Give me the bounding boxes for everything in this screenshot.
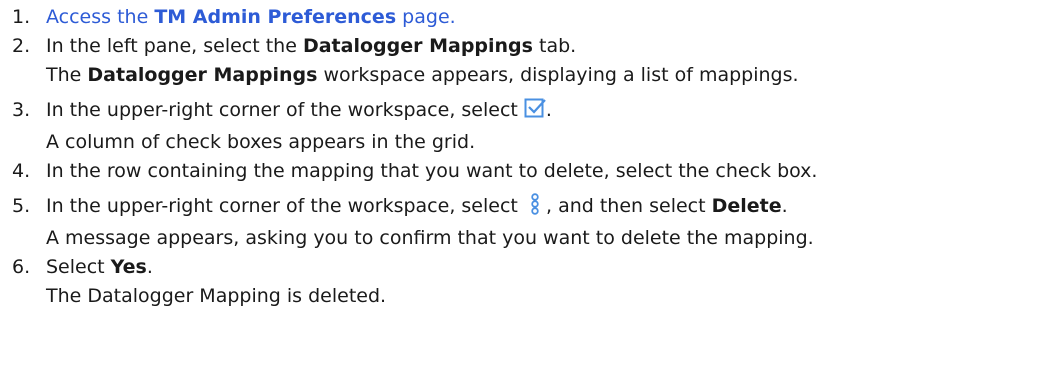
ui-label: Yes <box>110 256 147 278</box>
tm-admin-preferences-link[interactable]: Access the TM Admin Preferences page. <box>46 6 456 28</box>
step-number: 5. <box>12 195 31 217</box>
ui-label: Datalogger Mappings <box>302 35 533 57</box>
checkbox-select-icon <box>524 97 546 128</box>
more-options-icon <box>530 193 540 224</box>
step-3: 3. In the upper-right corner of the work… <box>0 96 1063 157</box>
step-5: 5. In the upper-right corner of the work… <box>0 192 1063 253</box>
step-6: 6. Select Yes. The Datalogger Mapping is… <box>0 253 1063 311</box>
ui-label: Datalogger Mappings <box>87 64 318 86</box>
procedure-steps: 1. Access the TM Admin Preferences page.… <box>0 0 1063 311</box>
ui-label: Delete <box>711 195 782 217</box>
step-4: 4. In the row containing the mapping tha… <box>0 157 1063 186</box>
step-2: 2. In the left pane, select the Datalogg… <box>0 32 1063 90</box>
step-number: 6. <box>12 256 31 278</box>
step-number: 1. <box>12 6 31 28</box>
step-number: 4. <box>12 160 31 182</box>
step-number: 3. <box>12 99 31 121</box>
step-number: 2. <box>12 35 31 57</box>
step-1: 1. Access the TM Admin Preferences page. <box>0 3 1063 32</box>
